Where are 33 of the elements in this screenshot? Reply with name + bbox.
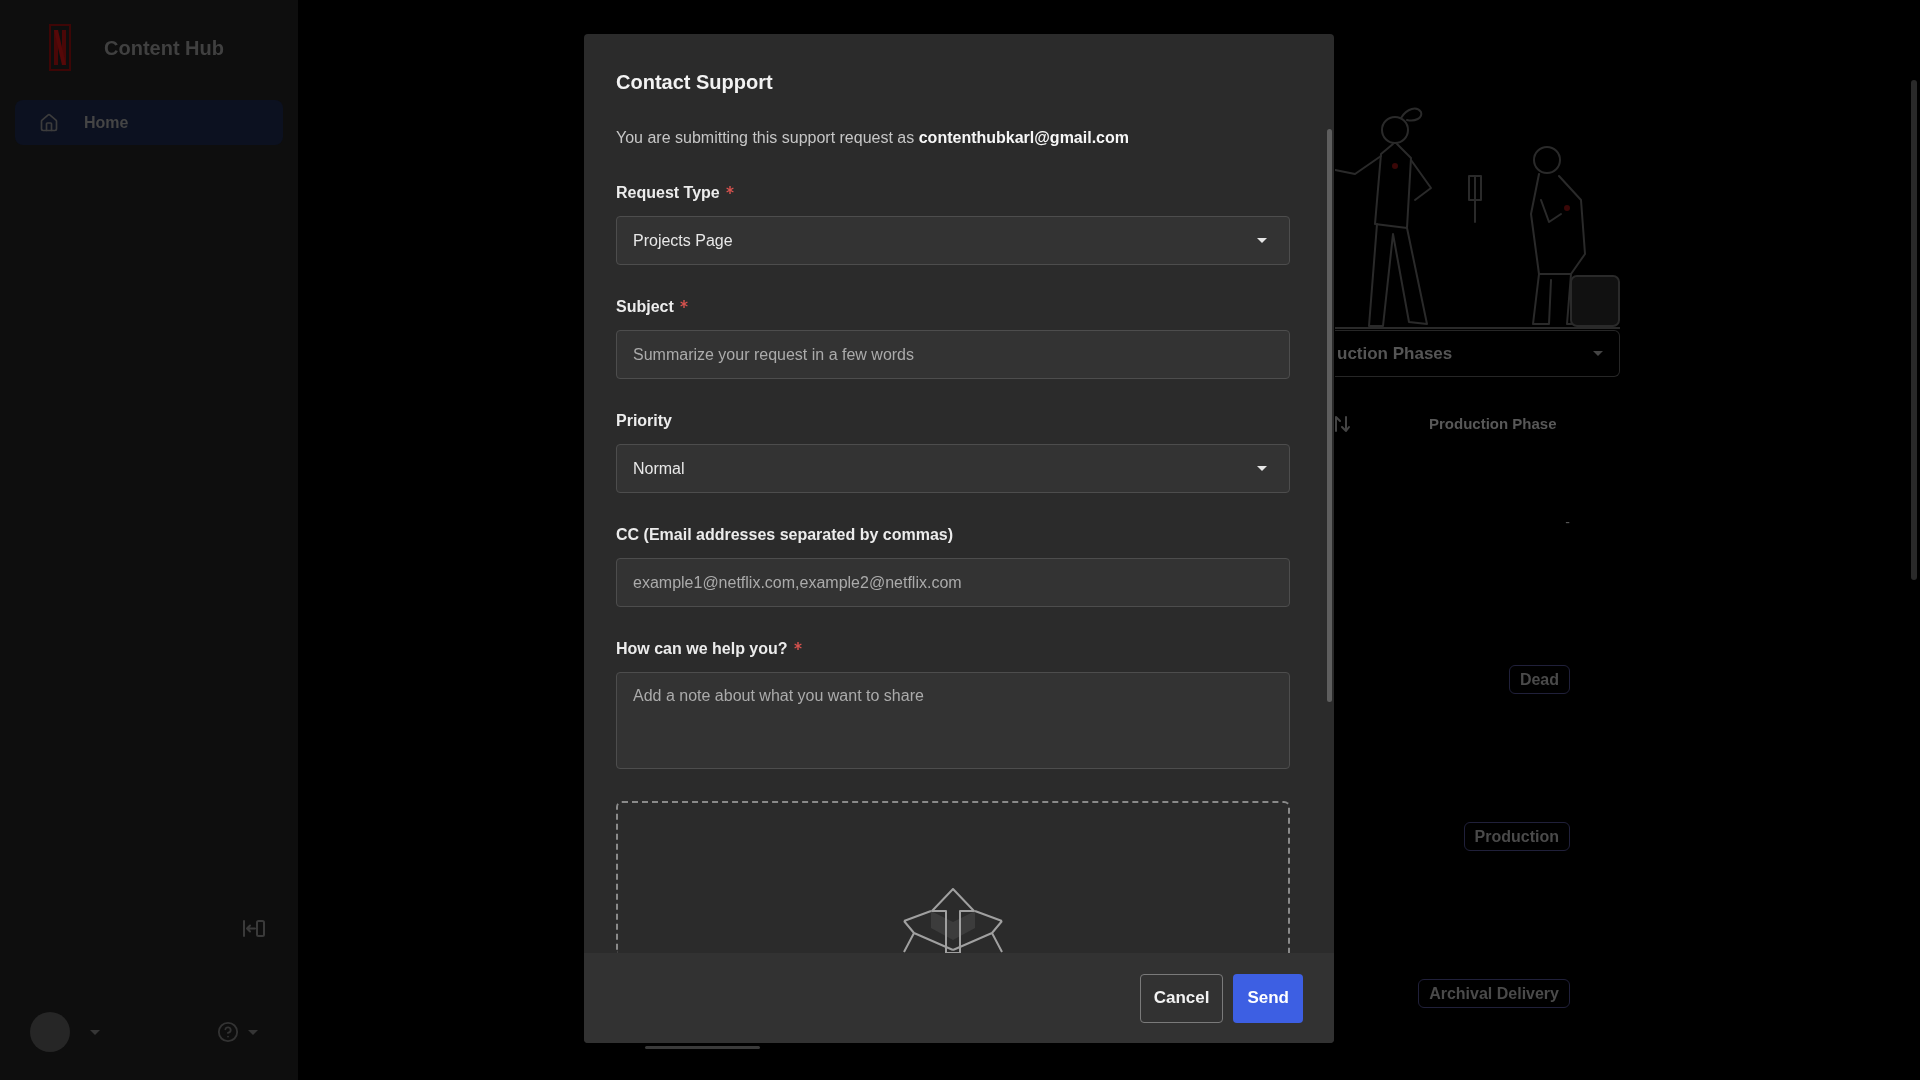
phase-filter-select[interactable]: uction Phases: [1335, 330, 1620, 377]
phase-tag: Production: [1463, 822, 1570, 851]
send-button[interactable]: Send: [1233, 973, 1303, 1023]
logo-icon: [49, 24, 71, 71]
dialog-scrollbar[interactable]: [1327, 129, 1332, 702]
caret-icon: [1593, 351, 1603, 356]
column-header[interactable]: Production Phase: [1429, 412, 1557, 436]
message-textarea[interactable]: Add a note about what you want to share: [616, 672, 1290, 769]
help-icon[interactable]: [217, 1021, 239, 1043]
text-input[interactable]: Summarize your request in a few words: [616, 330, 1290, 379]
field-label: CC (Email addresses separated by commas): [616, 525, 954, 545]
page-scrollbar[interactable]: [1911, 80, 1917, 580]
field-label: Priority: [616, 411, 672, 431]
field-label: Request Type: [616, 183, 720, 203]
caret-icon: [1257, 238, 1267, 243]
caret-icon: [1257, 466, 1267, 471]
phase-tag: Archival Delivery: [1418, 979, 1570, 1008]
field-label: How can we help you?: [616, 639, 788, 659]
home-icon: [39, 112, 59, 133]
cancel-button[interactable]: Cancel: [1139, 973, 1224, 1023]
collapse-sidebar-icon[interactable]: [243, 920, 265, 937]
intro-text: You are submitting this support request as contenthubkarl@gmail.com: [616, 128, 1130, 148]
phase-tag: Dead: [1508, 665, 1570, 694]
dialog-title: Contact Support: [616, 70, 774, 95]
caret-icon: [90, 1029, 100, 1035]
sort-icon[interactable]: [1335, 416, 1350, 432]
avatar-icon[interactable]: [30, 1012, 70, 1052]
field-label: Subject: [616, 297, 674, 317]
select-field[interactable]: Normal: [616, 444, 1290, 493]
table-cell-text: -: [1565, 513, 1570, 532]
caret-icon: [248, 1029, 258, 1035]
text-input[interactable]: example1@netflix.com,example2@netflix.com: [616, 558, 1290, 607]
select-field[interactable]: Projects Page: [616, 216, 1290, 265]
